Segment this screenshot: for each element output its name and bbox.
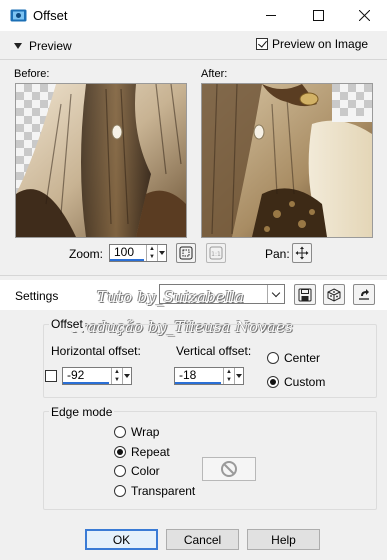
close-button[interactable] xyxy=(341,0,387,31)
edge-repeat-option[interactable]: Repeat xyxy=(114,445,170,459)
radio-button[interactable] xyxy=(114,485,126,497)
edge-wrap-label: Wrap xyxy=(131,425,160,439)
before-label: Before: xyxy=(14,68,50,80)
before-preview-image xyxy=(16,84,186,237)
svg-text:1:1: 1:1 xyxy=(211,251,221,258)
radio-button[interactable] xyxy=(267,376,279,388)
edge-transparent-label: Transparent xyxy=(131,484,196,498)
edge-transparent-option[interactable]: Transparent xyxy=(114,484,195,498)
pan-label: Pan: xyxy=(265,247,290,261)
minimize-button[interactable] xyxy=(248,0,294,31)
offset-custom-option[interactable]: Custom xyxy=(267,375,325,389)
edge-color-label: Color xyxy=(131,464,160,478)
move-icon xyxy=(295,246,309,260)
collapse-triangle-icon xyxy=(14,43,22,49)
maximize-icon xyxy=(312,10,324,21)
preview-on-image-label: Preview on Image xyxy=(272,37,369,51)
zoom-label: Zoom: xyxy=(69,247,104,261)
vertical-offset-stepper[interactable]: -18 ▲ ▼ xyxy=(174,367,244,385)
radio-button[interactable] xyxy=(114,446,126,458)
horizontal-spin-arrows[interactable]: ▲ ▼ xyxy=(111,368,122,384)
link-offset-checkbox[interactable] xyxy=(45,370,57,382)
zoom-100-button[interactable]: 1:1 xyxy=(206,243,226,263)
randomize-button[interactable] xyxy=(323,284,345,305)
preview-toggle-label: Preview xyxy=(29,39,72,53)
actual-size-icon: 1:1 xyxy=(209,246,223,260)
window-title: Offset xyxy=(33,8,68,23)
vertical-spin-arrows[interactable]: ▲ ▼ xyxy=(223,368,234,384)
edge-color-swatch[interactable] xyxy=(202,457,256,481)
zoom-stepper[interactable]: 100 ▲ ▼ xyxy=(109,244,167,262)
app-icon xyxy=(10,8,27,22)
ok-button[interactable]: OK xyxy=(85,529,158,550)
save-icon xyxy=(298,288,312,301)
after-label: After: xyxy=(201,68,228,80)
cancel-button[interactable]: Cancel xyxy=(166,529,239,550)
edge-repeat-label: Repeat xyxy=(131,445,170,459)
radio-button[interactable] xyxy=(114,465,126,477)
radio-button[interactable] xyxy=(267,352,279,364)
reset-button[interactable] xyxy=(353,284,375,305)
horizontal-offset-value[interactable]: -92 xyxy=(63,368,109,384)
close-icon xyxy=(358,10,370,21)
offset-group xyxy=(43,324,377,398)
vertical-offset-value[interactable]: -18 xyxy=(175,368,221,384)
maximize-button[interactable] xyxy=(295,0,341,31)
dice-icon xyxy=(327,287,341,302)
vertical-dropdown-arrow[interactable] xyxy=(234,368,243,384)
horizontal-offset-label: Horizontal offset: xyxy=(51,344,141,358)
help-button[interactable]: Help xyxy=(247,529,320,550)
fit-zoom-icon xyxy=(179,246,193,260)
offset-group-title: Offset xyxy=(49,317,85,331)
no-color-icon xyxy=(221,461,237,477)
reset-icon xyxy=(359,288,369,300)
offset-center-option[interactable]: Center xyxy=(267,351,320,365)
horizontal-offset-stepper[interactable]: -92 ▲ ▼ xyxy=(62,367,132,385)
divider xyxy=(0,275,387,276)
zoom-dropdown-arrow[interactable] xyxy=(157,245,166,261)
pan-button[interactable] xyxy=(292,243,312,263)
chevron-down-icon[interactable] xyxy=(267,285,284,303)
preview-on-image-checkbox[interactable]: Preview on Image xyxy=(256,37,368,51)
offset-custom-label: Custom xyxy=(284,375,326,389)
after-preview-image xyxy=(202,84,372,237)
radio-button[interactable] xyxy=(114,426,126,438)
offset-center-label: Center xyxy=(284,351,321,365)
save-preset-button[interactable] xyxy=(294,284,316,305)
divider xyxy=(0,59,387,60)
horizontal-dropdown-arrow[interactable] xyxy=(122,368,131,384)
zoom-fit-button[interactable] xyxy=(176,243,196,263)
preview-on-image-check[interactable] xyxy=(256,38,268,50)
after-preview[interactable] xyxy=(201,83,373,238)
zoom-value[interactable]: 100 xyxy=(110,245,144,261)
settings-label: Settings xyxy=(15,289,59,303)
minimize-icon xyxy=(265,15,276,16)
vertical-offset-label: Vertical offset: xyxy=(176,344,252,358)
before-preview[interactable] xyxy=(15,83,187,238)
zoom-spin-arrows[interactable]: ▲ ▼ xyxy=(146,245,157,261)
edge-color-option[interactable]: Color xyxy=(114,464,160,478)
preview-toggle[interactable]: Preview xyxy=(14,38,84,54)
watermark-line-1: Tuto by_Suizabella xyxy=(97,288,245,306)
edge-wrap-option[interactable]: Wrap xyxy=(114,425,159,439)
edge-mode-group-title: Edge mode xyxy=(49,405,115,419)
